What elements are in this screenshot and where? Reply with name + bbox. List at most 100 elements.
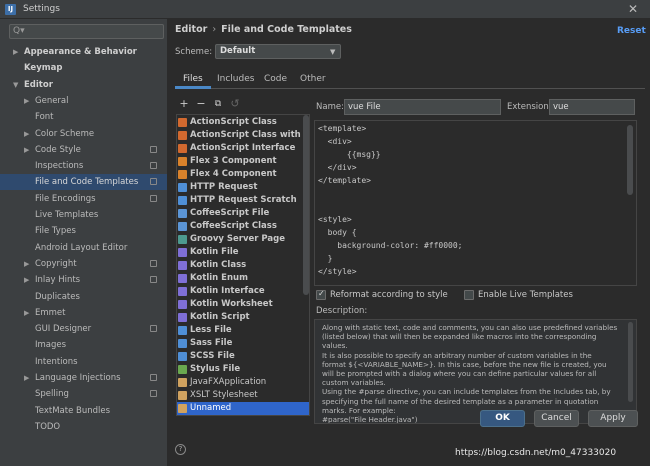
extension-input[interactable]: vue: [549, 99, 635, 115]
file-template-name: Groovy Server Page: [190, 234, 286, 244]
reset-link[interactable]: Reset: [617, 26, 646, 36]
code-line: </style>: [318, 267, 357, 276]
chevron-right-icon[interactable]: ▶: [24, 142, 29, 158]
chevron-down-icon[interactable]: ▼: [13, 77, 18, 93]
sidebar-item-file-and-code-templates[interactable]: File and Code Templates: [0, 174, 167, 191]
list-item[interactable]: CoffeeScript Class: [177, 220, 309, 233]
sidebar-item-label: Keymap: [24, 63, 63, 74]
chevron-right-icon[interactable]: ▶: [24, 370, 29, 386]
list-item[interactable]: Kotlin File: [177, 246, 309, 259]
file-template-name: JavaFXApplication: [190, 377, 267, 387]
tab-other[interactable]: Other: [292, 69, 334, 89]
chevron-right-icon[interactable]: ▶: [13, 44, 18, 60]
sidebar-item-todo[interactable]: TODO: [0, 419, 167, 435]
editor-scrollbar[interactable]: [627, 125, 633, 195]
chevron-right-icon[interactable]: ▶: [24, 93, 29, 109]
sidebar-item-live-templates[interactable]: Live Templates: [0, 207, 167, 223]
sidebar-item-label: Duplicates: [35, 291, 80, 302]
file-type-icon: [178, 248, 187, 257]
sidebar-item-language-injections[interactable]: ▶ Language Injections: [0, 370, 167, 386]
list-item[interactable]: ActionScript Class: [177, 116, 309, 129]
list-item[interactable]: JavaFXApplication: [177, 376, 309, 389]
breadcrumb-separator: ›: [212, 24, 217, 35]
file-template-name: XSLT Stylesheet: [190, 390, 258, 400]
sidebar-item-appearance-behavior[interactable]: ▶ Appearance & Behavior: [0, 44, 167, 60]
sidebar-item-keymap[interactable]: Keymap: [0, 60, 167, 76]
list-item[interactable]: Kotlin Class: [177, 259, 309, 272]
list-item[interactable]: Flex 3 Component: [177, 155, 309, 168]
list-item[interactable]: XSLT Stylesheet: [177, 389, 309, 402]
sidebar-item-font[interactable]: Font: [0, 109, 167, 125]
file-template-name: Kotlin File: [190, 247, 239, 257]
file-type-icon: [178, 170, 187, 179]
file-type-icon: [178, 261, 187, 270]
sidebar-item-emmet[interactable]: ▶ Emmet: [0, 305, 167, 321]
sidebar-item-color-scheme[interactable]: ▶ Color Scheme: [0, 126, 167, 142]
sidebar-item-inspections[interactable]: Inspections: [0, 158, 167, 174]
list-item[interactable]: Unnamed: [177, 402, 309, 415]
apply-button[interactable]: Apply: [588, 410, 638, 427]
sidebar-item-general[interactable]: ▶ General: [0, 93, 167, 109]
chevron-right-icon[interactable]: ▶: [24, 126, 29, 142]
search-input[interactable]: Q▾: [9, 24, 164, 39]
sidebar-item-file-encodings[interactable]: File Encodings: [0, 191, 167, 207]
name-input[interactable]: vue File: [344, 99, 501, 115]
list-item[interactable]: Groovy Server Page: [177, 233, 309, 246]
chevron-right-icon[interactable]: ▶: [24, 305, 29, 321]
tab-files[interactable]: Files: [175, 69, 211, 89]
live-templates-checkbox[interactable]: [464, 290, 474, 300]
list-item[interactable]: Kotlin Interface: [177, 285, 309, 298]
search-icon: Q▾: [13, 26, 25, 36]
sidebar-item-gui-designer[interactable]: GUI Designer: [0, 321, 167, 337]
sidebar-item-images[interactable]: Images: [0, 337, 167, 353]
sidebar-item-label: Live Templates: [35, 210, 99, 220]
list-item[interactable]: HTTP Request Scratch: [177, 194, 309, 207]
list-item[interactable]: Kotlin Worksheet: [177, 298, 309, 311]
list-item[interactable]: ActionScript Class with Supers: [177, 129, 309, 142]
sidebar-item-editor[interactable]: ▼ Editor: [0, 77, 167, 93]
help-icon[interactable]: ?: [175, 444, 186, 455]
sidebar-item-file-types[interactable]: File Types: [0, 223, 167, 239]
tab-includes[interactable]: Includes: [209, 69, 262, 89]
list-item[interactable]: ActionScript Interface: [177, 142, 309, 155]
sidebar-item-label: General: [35, 95, 69, 106]
ok-button[interactable]: OK: [480, 410, 525, 427]
list-scrollbar[interactable]: [303, 115, 309, 295]
list-item[interactable]: Less File: [177, 324, 309, 337]
chevron-down-icon: ▼: [330, 48, 336, 56]
sidebar-item-code-style[interactable]: ▶ Code Style: [0, 142, 167, 158]
sidebar-item-intentions[interactable]: Intentions: [0, 354, 167, 370]
intellij-icon: IJ: [5, 4, 16, 15]
list-item[interactable]: Stylus File: [177, 363, 309, 376]
sidebar-item-duplicates[interactable]: Duplicates: [0, 289, 167, 305]
description-scrollbar[interactable]: [628, 322, 633, 402]
sidebar-item-textmate-bundles[interactable]: TextMate Bundles: [0, 403, 167, 419]
sidebar-item-inlay-hints[interactable]: ▶ Inlay Hints: [0, 272, 167, 288]
chevron-right-icon[interactable]: ▶: [24, 272, 29, 288]
file-template-name: Unnamed: [190, 403, 232, 413]
sidebar-item-spelling[interactable]: Spelling: [0, 386, 167, 402]
list-item[interactable]: Kotlin Enum: [177, 272, 309, 285]
tab-code[interactable]: Code: [256, 69, 295, 89]
add-icon[interactable]: +: [178, 97, 190, 111]
scheme-select[interactable]: Default: [215, 44, 341, 59]
list-item[interactable]: Flex 4 Component: [177, 168, 309, 181]
copy-icon[interactable]: ⧉: [212, 97, 224, 111]
template-code-editor[interactable]: <template> <div> {{msg}} </div> </templat…: [314, 120, 637, 286]
list-item[interactable]: CoffeeScript File: [177, 207, 309, 220]
file-template-name: Flex 3 Component: [190, 156, 277, 166]
file-template-name: ActionScript Class with Supers: [190, 130, 309, 140]
sidebar-item-copyright[interactable]: ▶ Copyright: [0, 256, 167, 272]
sidebar-item-android-layout-editor[interactable]: Android Layout Editor: [0, 240, 167, 256]
reset-icon[interactable]: ↺: [229, 97, 241, 111]
reformat-checkbox[interactable]: [316, 289, 326, 300]
chevron-right-icon[interactable]: ▶: [24, 256, 29, 272]
sidebar-item-label: Copyright: [35, 258, 77, 269]
close-icon[interactable]: ✕: [624, 2, 642, 17]
list-item[interactable]: HTTP Request: [177, 181, 309, 194]
cancel-button[interactable]: Cancel: [534, 410, 579, 427]
list-item[interactable]: Sass File: [177, 337, 309, 350]
list-item[interactable]: Kotlin Script: [177, 311, 309, 324]
list-item[interactable]: SCSS File: [177, 350, 309, 363]
remove-icon[interactable]: −: [195, 97, 207, 111]
